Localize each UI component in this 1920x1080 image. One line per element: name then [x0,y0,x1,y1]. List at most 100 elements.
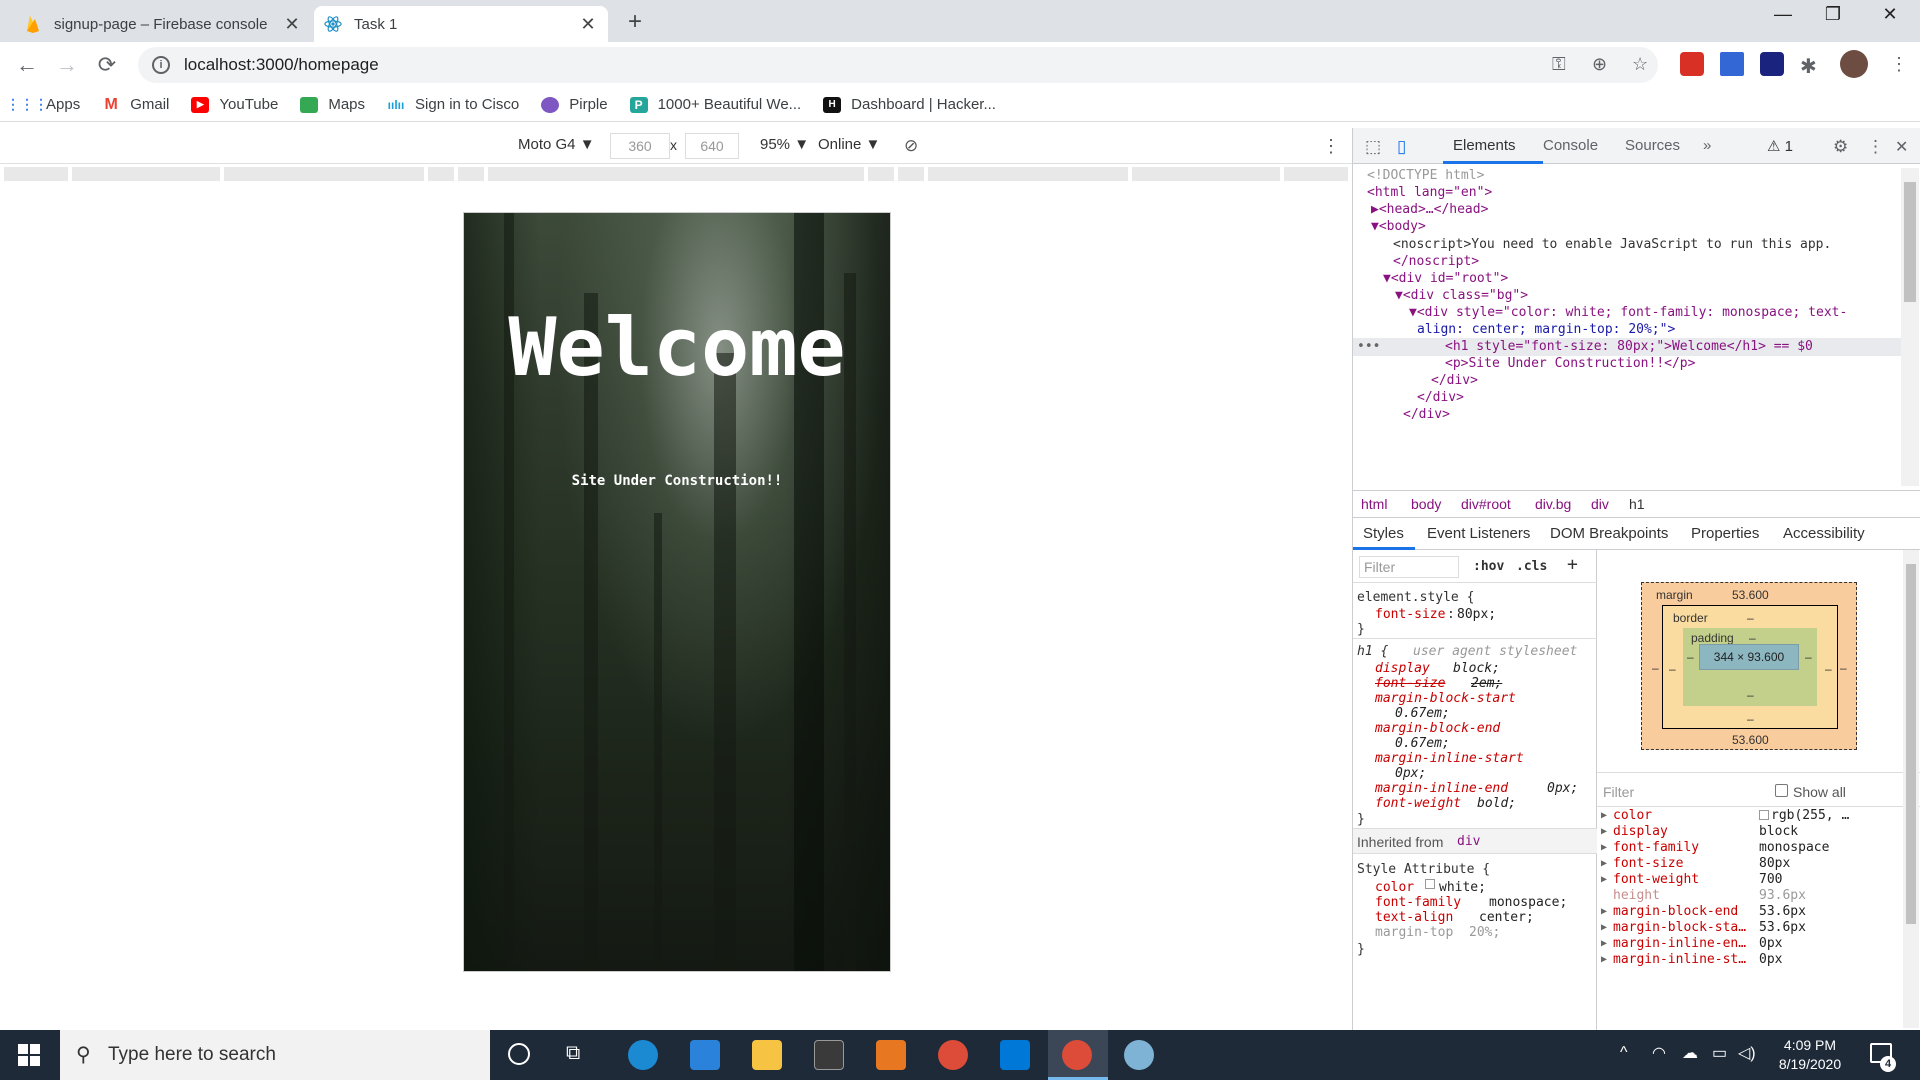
zoom-icon[interactable]: ⊕ [1592,54,1607,75]
media-query-bar[interactable] [0,164,1352,184]
chrome-icon[interactable] [938,1040,968,1070]
dom-line[interactable]: ▶<head>…</head> [1371,202,1488,217]
url-text[interactable]: localhost:3000/homepage [184,55,379,75]
extension-icon[interactable] [1720,52,1744,76]
dom-line[interactable]: align: center; margin-top: 20%;"> [1417,322,1675,337]
key-icon[interactable]: ⚿ [1552,54,1566,75]
maximize-button[interactable]: ❐ [1808,4,1858,25]
inspect-icon[interactable]: ⬚ [1365,137,1381,157]
tab-properties[interactable]: Properties [1691,525,1759,542]
vscode-icon[interactable] [1000,1040,1030,1070]
star-icon[interactable]: ☆ [1632,54,1648,75]
warning-badge[interactable]: ⚠ 1 [1767,137,1793,155]
file-explorer-icon[interactable] [752,1040,782,1070]
chrome-icon[interactable] [1062,1040,1092,1070]
tab-more[interactable]: » [1703,137,1711,154]
height-input[interactable]: 640 [685,133,739,159]
expand-icon[interactable]: ▶ [1601,906,1607,917]
bookmark-youtube[interactable]: ▶ YouTube [191,96,278,113]
tab-task-1[interactable]: Task 1 ✕ [314,6,608,42]
cortana-icon[interactable] [508,1043,530,1065]
gear-icon[interactable]: ⚙ [1833,137,1848,157]
expand-icon[interactable]: ▶ [1601,922,1607,933]
cls-button[interactable]: .cls [1516,559,1547,574]
bookmark-gmail[interactable]: M Gmail [102,96,170,114]
minimize-button[interactable]: — [1758,4,1808,25]
expand-icon[interactable]: ▶ [1601,826,1607,837]
hov-button[interactable]: :hov [1473,559,1504,574]
dom-line[interactable]: </div> [1431,373,1478,388]
device-select[interactable]: Moto G4 ▼ [518,136,595,153]
dom-line-selected[interactable]: <h1 style="font-size: 80px;">Welcome</h1… [1445,339,1813,354]
breadcrumb-root[interactable]: div#root [1461,496,1511,512]
avatar[interactable] [1840,50,1868,78]
color-swatch[interactable] [1425,879,1435,889]
tab-firebase[interactable]: signup-page – Firebase console ✕ [14,6,312,42]
show-all-checkbox[interactable] [1775,784,1788,797]
zoom-select[interactable]: 95% ▼ [760,136,809,153]
ellipsis-icon[interactable]: ••• [1357,339,1380,354]
styles-filter-input[interactable]: Filter [1359,556,1459,578]
more-options-icon[interactable]: ⋮ [1867,137,1884,157]
mail-icon[interactable] [690,1040,720,1070]
paint-icon[interactable] [1124,1040,1154,1070]
tab-event-listeners[interactable]: Event Listeners [1427,525,1530,542]
chevron-up-icon[interactable]: ^ [1620,1044,1628,1062]
system-clock[interactable]: 4:09 PM 8/19/2020 [1760,1036,1860,1074]
breadcrumb-html[interactable]: html [1361,496,1387,512]
expand-icon[interactable]: ▶ [1601,842,1607,853]
address-bar[interactable]: i localhost:3000/homepage [138,47,1658,83]
dom-line[interactable]: <!DOCTYPE html> [1367,168,1484,183]
tab-accessibility[interactable]: Accessibility [1783,525,1865,542]
dom-line[interactable]: </div> [1403,407,1450,422]
bookmark-beautiful[interactable]: P 1000+ Beautiful We... [629,96,801,113]
network-select[interactable]: Online ▼ [818,136,880,153]
cloud-icon[interactable]: ☁ [1682,1043,1698,1063]
close-window-button[interactable]: ✕ [1865,4,1915,25]
expand-icon[interactable]: ▶ [1601,858,1607,869]
media-player-icon[interactable] [876,1040,906,1070]
bookmark-cisco[interactable]: ıılıı Sign in to Cisco [387,96,520,113]
expand-icon[interactable]: ▶ [1601,938,1607,949]
computed-filter-input[interactable]: Filter [1603,784,1634,800]
inherited-link[interactable]: div [1457,834,1480,849]
forward-button[interactable]: → [52,52,82,78]
close-icon[interactable]: ✕ [282,14,302,35]
task-view-icon[interactable]: ⧉ [566,1042,580,1065]
dom-scrollbar[interactable] [1901,168,1919,486]
tab-dom-breakpoints[interactable]: DOM Breakpoints [1550,525,1668,542]
scrollbar-thumb[interactable] [1906,564,1916,924]
expand-icon[interactable]: ▶ [1601,954,1607,965]
dom-line[interactable]: <noscript>You need to enable JavaScript … [1393,237,1831,252]
rotate-icon[interactable]: ⊘ [904,136,918,156]
computed-scrollbar[interactable] [1903,550,1919,1028]
tab-sources[interactable]: Sources [1625,137,1680,154]
bookmark-pirple[interactable]: Pirple [541,96,608,113]
dom-line[interactable]: ▼<body> [1371,219,1426,234]
add-rule-icon[interactable]: + [1567,554,1578,575]
menu-icon[interactable]: ⋮ [1890,54,1908,75]
bookmark-hackerrank[interactable]: H Dashboard | Hacker... [823,96,996,113]
wifi-icon[interactable]: ◠ [1652,1043,1666,1063]
width-input[interactable]: 360 [610,133,670,159]
info-icon[interactable]: i [152,56,170,74]
tab-elements[interactable]: Elements [1453,137,1516,154]
expand-icon[interactable]: ▶ [1601,810,1607,821]
style-value[interactable]: 80px; [1457,607,1496,622]
extension-icon[interactable] [1760,52,1784,76]
taskbar-search-input[interactable]: ⚲ Type here to search [60,1030,490,1080]
close-icon[interactable]: ✕ [578,14,598,35]
tab-styles[interactable]: Styles [1363,525,1404,542]
dom-line[interactable]: <html lang="en"> [1367,185,1492,200]
dom-line[interactable]: ▼<div class="bg"> [1395,288,1528,303]
windows-start-icon[interactable] [18,1044,40,1066]
edge-icon[interactable] [628,1040,658,1070]
breadcrumb-body[interactable]: body [1411,496,1441,512]
close-icon[interactable]: ✕ [1895,137,1908,157]
back-button[interactable]: ← [12,52,42,78]
puzzle-icon[interactable]: ✱ [1800,54,1817,79]
bookmark-maps[interactable]: Maps [300,96,365,113]
breadcrumb-bg[interactable]: div.bg [1535,496,1571,512]
device-toggle-icon[interactable]: ▯ [1397,137,1406,157]
bookmark-apps[interactable]: ⋮⋮⋮ Apps [6,96,80,113]
